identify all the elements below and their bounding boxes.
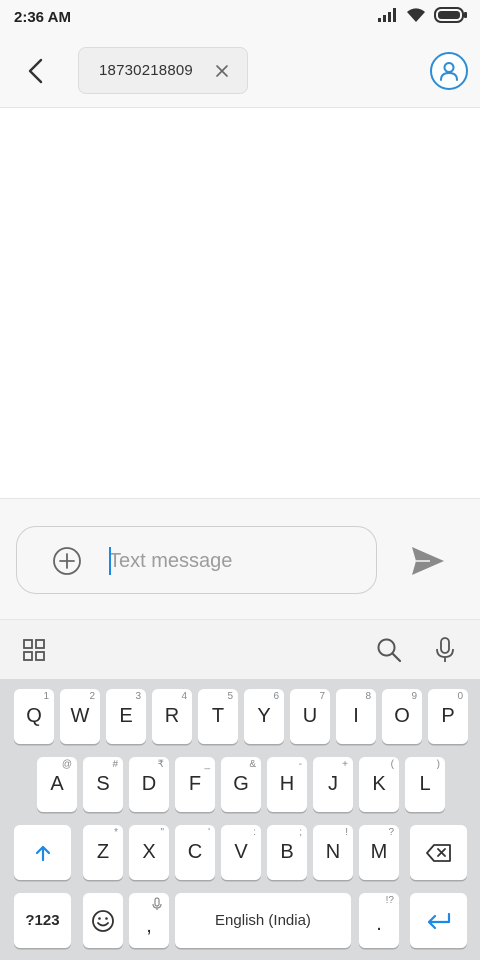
text-cursor <box>109 547 111 575</box>
close-icon <box>216 65 228 77</box>
key-q[interactable]: Q1 <box>14 689 54 744</box>
plus-circle-icon <box>53 547 81 575</box>
symbols-key[interactable]: ?123 <box>14 893 71 948</box>
key-i[interactable]: I8 <box>336 689 376 744</box>
backspace-icon <box>425 843 451 862</box>
composer-bar <box>0 498 480 619</box>
key-r[interactable]: R4 <box>152 689 192 744</box>
key-t[interactable]: T5 <box>198 689 238 744</box>
emoji-key[interactable] <box>83 893 123 948</box>
text-message-input[interactable] <box>109 544 359 578</box>
key-h[interactable]: H- <box>267 757 307 812</box>
grid-icon <box>23 639 45 661</box>
key-b[interactable]: B; <box>267 825 307 880</box>
key-m[interactable]: M? <box>359 825 399 880</box>
messaging-screen: 2:36 AM 18730218809 Text message Q 1 W 2… <box>0 0 480 960</box>
comma-key[interactable]: , <box>129 893 169 948</box>
key-w[interactable]: W2 <box>60 689 100 744</box>
key-n[interactable]: N! <box>313 825 353 880</box>
search-icon <box>377 638 402 663</box>
microphone-icon <box>152 897 162 910</box>
status-time: 2:36 AM <box>14 9 71 26</box>
back-button[interactable] <box>18 54 52 88</box>
voice-input-button[interactable] <box>431 636 459 664</box>
key-c[interactable]: C ' <box>175 825 215 880</box>
key-u[interactable]: U7 <box>290 689 330 744</box>
key-j[interactable]: J + <box>313 757 353 812</box>
message-box[interactable] <box>16 526 377 594</box>
key-x[interactable]: X " <box>129 825 169 880</box>
keyboard-search-button[interactable] <box>375 636 403 664</box>
backspace-key[interactable] <box>410 825 467 880</box>
enter-arrow-icon <box>427 912 450 929</box>
shift-key[interactable] <box>14 825 71 880</box>
keyboard-menu-button[interactable] <box>20 636 48 664</box>
key-v[interactable]: V: <box>221 825 261 880</box>
remove-recipient-button[interactable] <box>213 62 231 80</box>
period-key[interactable]: . !? <box>359 893 399 948</box>
key-y[interactable]: Y6 <box>244 689 284 744</box>
attach-button[interactable] <box>52 546 82 576</box>
recipient-chip[interactable]: 18730218809 <box>78 47 248 94</box>
wifi-icon <box>406 7 426 28</box>
send-button[interactable] <box>410 545 446 577</box>
key-l[interactable]: L) <box>405 757 445 812</box>
key-o[interactable]: O9 <box>382 689 422 744</box>
keyboard-toolbar <box>0 619 480 679</box>
key-a[interactable]: A @ <box>37 757 77 812</box>
back-arrow-icon <box>28 58 43 84</box>
recipient-number: 18730218809 <box>99 62 193 79</box>
key-z[interactable]: Z * <box>83 825 123 880</box>
signal-icon <box>378 7 398 27</box>
key-d[interactable]: D ₹ <box>129 757 169 812</box>
key-s[interactable]: S # <box>83 757 123 812</box>
key-f[interactable]: F _ <box>175 757 215 812</box>
space-key[interactable]: English (India) <box>175 893 351 948</box>
microphone-icon <box>436 637 454 662</box>
battery-icon <box>434 6 468 28</box>
header-bar: 18730218809 <box>0 34 480 108</box>
send-icon <box>412 547 444 575</box>
smiley-icon <box>92 909 114 932</box>
key-p[interactable]: P0 <box>428 689 468 744</box>
status-bar: 2:36 AM <box>0 0 480 34</box>
enter-key[interactable] <box>410 893 467 948</box>
key-k[interactable]: K( <box>359 757 399 812</box>
soft-keyboard: Q1 W2 E3 R4 T5 Y6 U7 I8 O9 P0 A @ S # D ₹ F… <box>0 679 480 960</box>
shift-arrow-icon <box>35 845 50 861</box>
key-e[interactable]: E3 <box>106 689 146 744</box>
key-g[interactable]: G & <box>221 757 261 812</box>
status-icons <box>378 6 468 28</box>
add-contact-button[interactable] <box>430 52 468 90</box>
person-icon <box>440 62 458 81</box>
conversation-area <box>0 109 480 498</box>
